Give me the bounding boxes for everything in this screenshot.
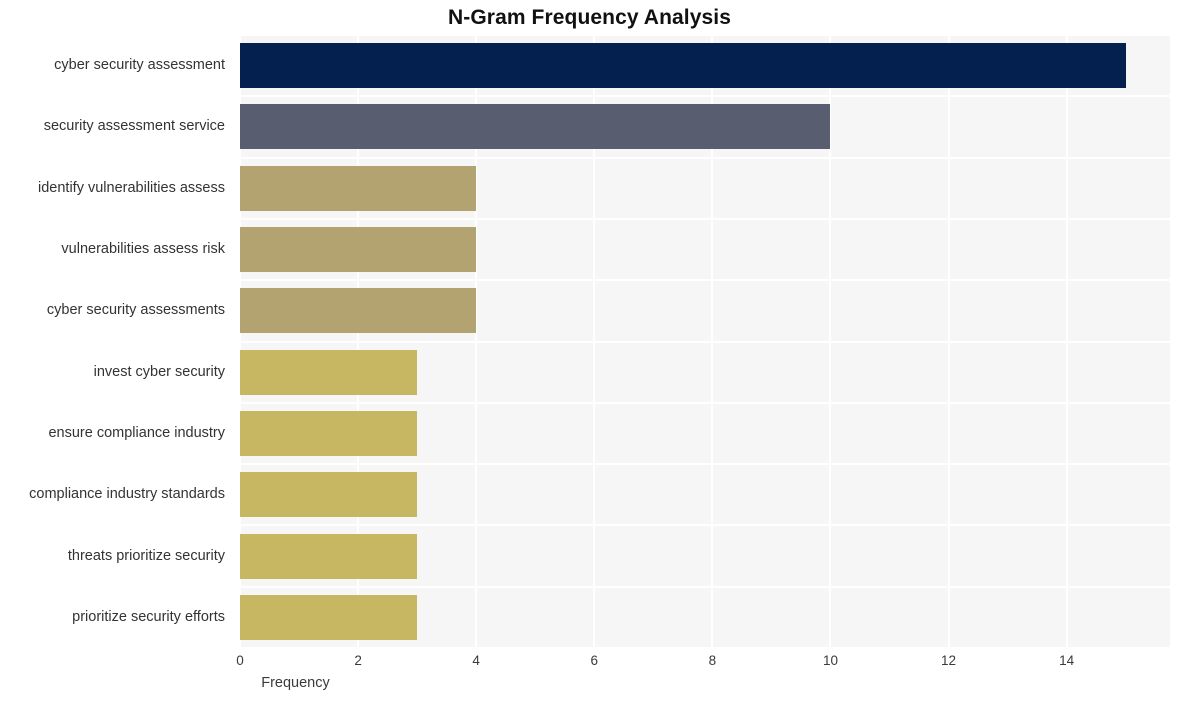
y-axis-tick-label: ensure compliance industry (48, 424, 225, 441)
y-axis-tick-label: identify vulnerabilities assess (38, 179, 225, 196)
x-axis-label-text: Frequency (261, 675, 330, 691)
x-axis-label: Frequency (0, 675, 1179, 691)
y-axis-tick-label: cyber security assessments (46, 302, 225, 319)
x-axis-tick-label: 0 (236, 653, 244, 668)
x-axis-tick-label: 12 (941, 653, 957, 668)
y-axis-tick-label: threats prioritize security (67, 547, 225, 564)
y-axis-tick-label: security assessment service (43, 118, 225, 135)
y-axis-tick-labels: cyber security assessment security assess… (0, 35, 1179, 648)
x-axis-tick-label: 6 (590, 653, 599, 668)
chart-title: N-Gram Frequency Analysis (448, 6, 731, 29)
x-axis-tick-label: 2 (354, 653, 362, 668)
x-axis-tick-label: 10 (822, 653, 838, 668)
chart-figure: N-Gram Frequency Analysis cyber security… (0, 0, 1179, 701)
y-axis-tick-label: cyber security assessment (54, 57, 225, 74)
y-axis-tick-label: vulnerabilities assess risk (61, 241, 225, 258)
y-axis-tick-label: prioritize security efforts (72, 608, 225, 625)
x-axis-tick-label: 4 (472, 653, 480, 668)
x-axis-tick-label: 8 (708, 653, 717, 668)
y-axis-tick-label: compliance industry standards (29, 486, 225, 503)
x-axis-tick-label: 14 (1059, 653, 1075, 668)
y-axis-tick-label: invest cyber security (93, 363, 225, 380)
